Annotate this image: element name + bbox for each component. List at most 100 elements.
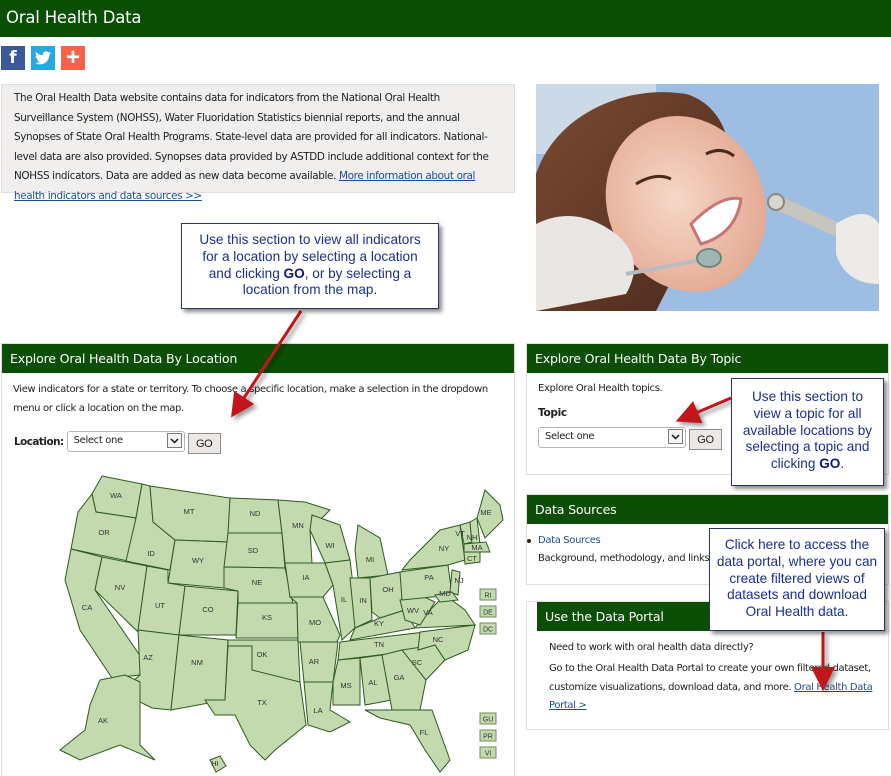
addthis-share-button[interactable]: +	[61, 46, 85, 70]
territory-label-ri[interactable]: RI	[485, 593, 492, 600]
portal-callout-text: Click here to access the data portal, wh…	[716, 537, 878, 620]
portal-question: Need to work with oral health data direc…	[549, 642, 754, 653]
map-label-id[interactable]: ID	[147, 549, 155, 558]
twitter-icon	[35, 51, 51, 65]
map-label-ne[interactable]: NE	[252, 578, 262, 587]
map-state-wi[interactable]	[309, 514, 351, 564]
map-label-pa[interactable]: PA	[424, 573, 433, 582]
map-label-wy[interactable]: WY	[192, 556, 204, 565]
topic-panel-description: Explore Oral Health topics.	[538, 383, 663, 394]
topic-select[interactable]: Select one	[538, 427, 686, 448]
map-label-fl[interactable]: FL	[420, 728, 429, 737]
map-label-md[interactable]: MD	[439, 589, 451, 598]
map-label-va[interactable]: VA	[423, 608, 432, 617]
map-label-mo[interactable]: MO	[309, 618, 321, 627]
facebook-share-button[interactable]: f	[1, 46, 25, 70]
map-label-nv[interactable]: NV	[115, 583, 125, 592]
topic-callout-go: GO	[819, 456, 841, 472]
location-panel-title: Explore Oral Health Data By Location	[2, 344, 514, 373]
location-select[interactable]: Select one	[66, 431, 185, 452]
chevron-down-icon	[668, 429, 683, 444]
social-share-bar: f +	[1, 46, 85, 70]
location-callout: Use this section to view all indicators …	[181, 223, 439, 309]
map-label-sc[interactable]: SC	[412, 658, 423, 667]
map-label-ms[interactable]: MS	[340, 681, 351, 690]
territory-label-vi[interactable]: VI	[485, 751, 492, 758]
map-label-oh[interactable]: OH	[382, 585, 393, 594]
facebook-icon: f	[9, 48, 17, 68]
map-state-nm[interactable]	[170, 634, 229, 711]
map-label-in[interactable]: IN	[359, 596, 367, 605]
territory-label-pr[interactable]: PR	[483, 734, 493, 741]
map-label-ut[interactable]: UT	[155, 601, 165, 610]
map-label-nj[interactable]: NJ	[454, 576, 463, 585]
map-label-or[interactable]: OR	[98, 528, 110, 537]
map-label-az[interactable]: AZ	[143, 653, 153, 662]
hero-image	[536, 84, 879, 311]
map-label-ca[interactable]: CA	[82, 603, 92, 612]
map-label-nh[interactable]: NH	[467, 533, 478, 542]
portal-callout: Click here to access the data portal, wh…	[709, 528, 885, 631]
map-label-mn[interactable]: MN	[292, 521, 304, 530]
portal-text: Go to the Oral Health Data Portal to cre…	[549, 660, 879, 716]
map-label-ct[interactable]: CT	[467, 554, 477, 563]
territory-label-gu[interactable]: GU	[483, 717, 494, 724]
topic-select-value: Select one	[545, 431, 595, 442]
map-label-ky[interactable]: KY	[374, 619, 384, 628]
topic-callout-tail: .	[840, 456, 845, 472]
location-panel-description: View indicators for a state or territory…	[13, 384, 488, 414]
map-label-nc[interactable]: NC	[433, 635, 444, 644]
map-label-mi[interactable]: MI	[366, 555, 374, 564]
map-label-la[interactable]: LA	[313, 706, 322, 715]
us-map[interactable]: WA OR CA ID NV MT WY UT AZ CO NM ND SD NE KS OK TX MN IA MO…	[40, 460, 510, 775]
site-title: Oral Health Data	[6, 8, 142, 27]
map-label-ny[interactable]: NY	[439, 544, 449, 553]
dental-patient-photo	[536, 84, 879, 311]
us-map-svg[interactable]: WA OR CA ID NV MT WY UT AZ CO NM ND SD NE KS OK TX MN IA MO…	[40, 460, 510, 775]
map-label-ak[interactable]: AK	[98, 716, 108, 725]
topic-label: Topic	[538, 407, 567, 419]
site-header: Oral Health Data	[0, 0, 891, 37]
map-label-nm[interactable]: NM	[191, 658, 203, 667]
map-label-hi[interactable]: HI	[211, 759, 219, 768]
topic-callout: Use this section to view a topic for all…	[731, 378, 884, 486]
map-label-vt[interactable]: VT	[455, 529, 465, 538]
map-label-ga[interactable]: GA	[394, 673, 405, 682]
twitter-share-button[interactable]	[31, 46, 55, 70]
chevron-down-icon	[166, 433, 182, 448]
topic-callout-text: Use this section to view a topic for all…	[742, 389, 873, 472]
map-label-ia[interactable]: IA	[302, 573, 309, 582]
plus-icon: +	[65, 44, 80, 71]
map-label-al[interactable]: AL	[368, 678, 377, 687]
map-label-wi[interactable]: WI	[325, 541, 334, 550]
territory-label-dc[interactable]: DC	[483, 627, 493, 634]
map-label-wa[interactable]: WA	[110, 491, 122, 500]
map-state-fl[interactable]	[364, 709, 451, 773]
bullet-icon	[527, 538, 531, 543]
map-label-il[interactable]: IL	[341, 595, 347, 604]
location-select-value: Select one	[73, 435, 123, 446]
map-label-co[interactable]: CO	[202, 605, 213, 614]
territory-label-de[interactable]: DE	[483, 610, 493, 617]
map-label-ar[interactable]: AR	[309, 657, 320, 666]
map-label-mt[interactable]: MT	[184, 507, 195, 516]
map-label-sd[interactable]: SD	[248, 546, 259, 555]
data-sources-link[interactable]: Data Sources	[538, 535, 601, 546]
map-label-ma[interactable]: MA	[471, 543, 482, 552]
map-label-wv[interactable]: WV	[407, 606, 419, 615]
sources-description: Background, methodology, and links t	[538, 553, 716, 564]
location-go-button[interactable]: GO	[187, 433, 221, 454]
map-label-tx[interactable]: TX	[257, 698, 267, 707]
map-label-me[interactable]: ME	[480, 508, 491, 517]
map-label-ks[interactable]: KS	[262, 613, 272, 622]
map-label-tn[interactable]: TN	[374, 640, 384, 649]
topic-go-button[interactable]: GO	[689, 429, 722, 450]
intro-text: The Oral Health Data website contains da…	[14, 92, 489, 183]
map-state-oh[interactable]	[369, 571, 406, 619]
map-label-nd[interactable]: ND	[250, 509, 261, 518]
topic-panel-title: Explore Oral Health Data By Topic	[527, 344, 888, 373]
sources-panel-title: Data Sources	[527, 495, 888, 524]
map-label-ok[interactable]: OK	[257, 650, 268, 659]
intro-box: The Oral Health Data website contains da…	[1, 84, 515, 202]
map-state-mi[interactable]	[354, 524, 389, 579]
